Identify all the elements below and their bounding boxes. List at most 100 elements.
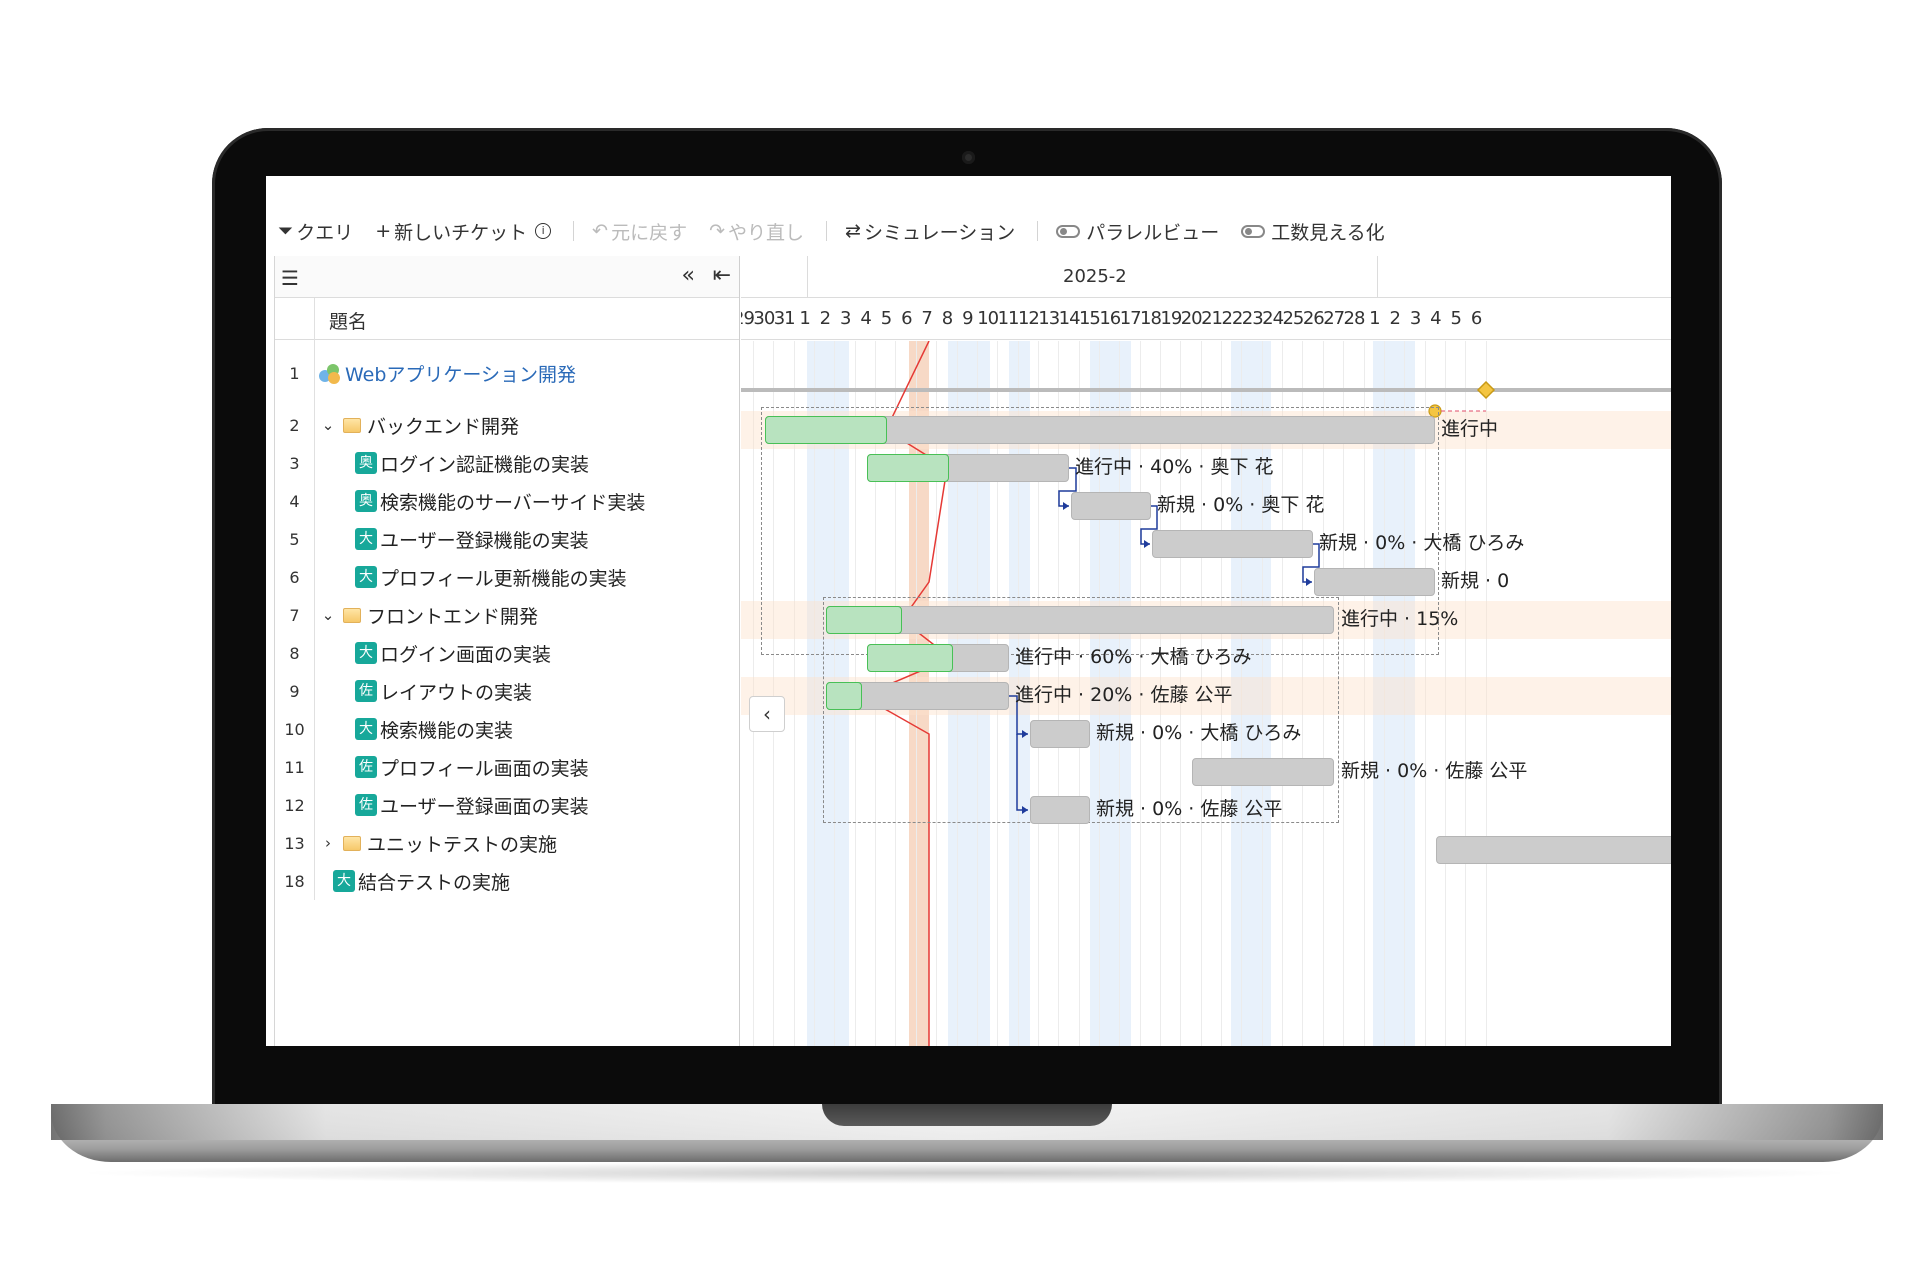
task-row[interactable]: 9 佐レイアウトの実装 — [275, 672, 741, 710]
day-label: 2 — [819, 308, 831, 329]
day-label: 3 — [840, 308, 851, 329]
task-title[interactable]: 大検索機能の実装 — [355, 710, 513, 748]
day-label: 31 — [773, 308, 796, 329]
task-row[interactable]: 8 大ログイン画面の実装 — [275, 634, 741, 672]
row-number: 18 — [275, 862, 315, 900]
task-row[interactable]: 12 佐ユーザー登録画面の実装 — [275, 786, 741, 824]
workload-toggle[interactable]: 工数見える化 — [1241, 218, 1385, 245]
task-bar[interactable] — [867, 644, 1009, 672]
day-label: 29 — [741, 308, 755, 329]
folder-icon — [343, 607, 361, 623]
task-list-toolbar: ☰ « ⇤ — [275, 256, 739, 298]
chevron-down-icon[interactable]: ⌄ — [317, 606, 339, 624]
day-label: 2 — [1389, 308, 1400, 329]
task-title[interactable]: 奥ログイン認証機能の実装 — [355, 444, 589, 482]
task-row[interactable]: 7 ⌄ フロントエンド開発 — [275, 596, 741, 634]
scroll-left-button[interactable]: ‹ — [749, 696, 785, 732]
task-row[interactable]: 6 大プロフィール更新機能の実装 — [275, 558, 741, 596]
task-title[interactable]: 大プロフィール更新機能の実装 — [355, 558, 627, 596]
toolbar-divider — [826, 221, 828, 241]
task-bar[interactable] — [826, 606, 1334, 634]
row-number: 6 — [275, 558, 315, 596]
task-row[interactable]: 13 › ユニットテストの実施 — [275, 824, 741, 862]
task-title[interactable]: 大結合テストの実施 — [333, 862, 510, 900]
day-label: 25 — [1282, 308, 1304, 329]
task-label: 結合テストの実施 — [358, 871, 511, 894]
day-label: 7 — [921, 308, 932, 329]
task-row[interactable]: 11 佐プロフィール画面の実装 — [275, 748, 741, 786]
assignee-avatar: 大 — [355, 642, 377, 664]
day-label: 3 — [1409, 308, 1421, 329]
task-title[interactable]: 佐レイアウトの実装 — [355, 672, 532, 710]
redo-button[interactable]: ↷ やり直し — [709, 218, 804, 245]
task-row[interactable]: 3 奥ログイン認証機能の実装 — [275, 444, 741, 482]
task-row[interactable]: 4 奥検索機能のサーバーサイド実装 — [275, 482, 741, 520]
day-label: 22 — [1221, 308, 1243, 329]
task-row[interactable]: 5 大ユーザー登録機能の実装 — [275, 520, 741, 558]
assignee-avatar: 奥 — [355, 452, 377, 474]
undo-button[interactable]: ↶ 元に戻す — [592, 218, 687, 245]
info-icon[interactable]: i — [535, 223, 552, 239]
toolbar-divider — [1037, 221, 1039, 241]
settings-sliders-icon[interactable]: ☰ — [281, 266, 299, 290]
project-icon — [317, 362, 341, 384]
month-divider — [1377, 256, 1378, 298]
task-bar[interactable] — [1071, 492, 1151, 520]
task-bar[interactable] — [1030, 796, 1090, 824]
day-label: 5 — [1450, 308, 1462, 329]
day-label: 13 — [1038, 308, 1060, 329]
parallel-view-toggle[interactable]: パラレルビュー — [1056, 218, 1219, 245]
task-bar[interactable] — [1314, 568, 1435, 596]
assignee-avatar: 佐 — [355, 756, 377, 778]
task-bar[interactable] — [826, 682, 1009, 710]
task-title[interactable]: 大ユーザー登録機能の実装 — [355, 520, 589, 558]
day-label: 14 — [1058, 308, 1081, 329]
task-title[interactable]: 大ログイン画面の実装 — [355, 634, 551, 672]
task-title[interactable]: Webアプリケーション開発 — [317, 340, 576, 406]
milestone-diamond-icon — [1476, 380, 1496, 400]
task-list-header: 題名 — [275, 298, 739, 340]
collapse-all-icon[interactable]: « — [682, 263, 695, 288]
task-bar[interactable] — [1192, 758, 1334, 786]
collapse-panel-icon[interactable]: ⇤ — [713, 263, 731, 288]
day-label: 1 — [799, 308, 810, 329]
day-label: 10 — [977, 308, 999, 329]
laptop-notch — [822, 1104, 1112, 1126]
task-title[interactable]: 佐ユーザー登録画面の実装 — [355, 786, 589, 824]
task-bar[interactable] — [765, 416, 1435, 444]
assignee-avatar: 大 — [333, 870, 355, 892]
day-label: 4 — [860, 308, 871, 329]
task-bar-label: 新規 · 0% · 奥下 花 — [1157, 494, 1325, 516]
gantt-chart: 2025-2 293031123456789101112131415161718… — [741, 256, 1671, 1046]
undo-icon: ↶ — [592, 220, 609, 242]
task-label: ユニットテストの実施 — [367, 833, 558, 856]
chevron-down-icon[interactable]: ⌄ — [317, 416, 339, 434]
gantt-body: 進行中 進行中 · 40% · 奥下 花新規 · 0% · 奥下 花新規 · 0%… — [741, 341, 1671, 1046]
task-title[interactable]: › ユニットテストの実施 — [317, 824, 557, 862]
task-title[interactable]: ⌄ フロントエンド開発 — [317, 596, 538, 634]
chevron-right-icon[interactable]: › — [317, 834, 339, 852]
row-number: 13 — [275, 824, 315, 862]
task-label: レイアウトの実装 — [380, 681, 533, 704]
task-row[interactable]: 18 大結合テストの実施 — [275, 862, 741, 900]
toolbar: ⏷ クエリ + 新しいチケット i ↶ 元に戻す ↷ やり直し ⇄ シミュレーシ… — [278, 216, 1407, 246]
task-row[interactable]: 10 大検索機能の実装 — [275, 710, 741, 748]
task-bar[interactable] — [1152, 530, 1313, 558]
new-ticket-button[interactable]: + 新しいチケット i — [375, 218, 552, 245]
task-label: 検索機能の実装 — [380, 719, 514, 742]
task-bar[interactable] — [867, 454, 1069, 482]
task-bar-label: 新規 · 0% · 大橋 ひろみ — [1319, 532, 1525, 554]
task-title[interactable]: 佐プロフィール画面の実装 — [355, 748, 589, 786]
query-button[interactable]: ⏷ クエリ — [278, 218, 353, 245]
task-row[interactable]: 2 ⌄ バックエンド開発 — [275, 406, 741, 444]
task-bar-label: 新規 · 0% · 佐藤 公平 — [1096, 798, 1283, 820]
task-bar[interactable] — [1030, 720, 1090, 748]
month-label: 2025-2 — [1063, 266, 1127, 287]
title-column-header[interactable]: 題名 — [329, 307, 367, 334]
task-bar[interactable] — [1436, 836, 1671, 864]
task-title[interactable]: 奥検索機能のサーバーサイド実装 — [355, 482, 645, 520]
task-title[interactable]: ⌄ バックエンド開発 — [317, 406, 519, 444]
task-row[interactable]: 1 Webアプリケーション開発 — [275, 340, 741, 406]
day-label: 17 — [1119, 308, 1142, 329]
simulation-button[interactable]: ⇄ シミュレーション — [845, 218, 1015, 245]
